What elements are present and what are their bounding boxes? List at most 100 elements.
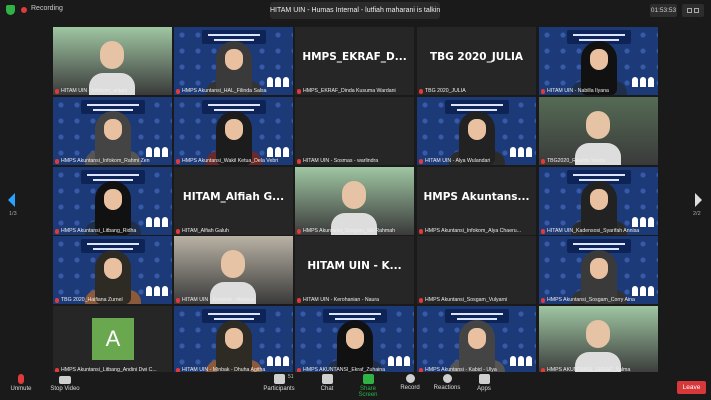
chat-button[interactable]: Chat xyxy=(318,374,336,392)
stop-video-button[interactable]: Stop Video xyxy=(50,374,80,392)
participant-name-label: TBG2020_Rivaldo Yunior xyxy=(541,158,656,164)
participant-video xyxy=(539,306,658,374)
participant-name-label: HMPS Akuntansi_Sosgam_Corry Aina xyxy=(541,297,656,303)
participant-name-label: HITAM UIN - Kominfo - Mahsya xyxy=(176,297,291,303)
participant-name: HITAM_Alfiah Galuh xyxy=(182,228,229,234)
share-screen-label: Share Screen xyxy=(358,386,378,398)
participant-name: HITAM UIN - Sosmas - warlindra xyxy=(303,158,379,164)
participant-name: TBG 2020_JULIA xyxy=(425,88,466,94)
participant-tile[interactable]: HMPS_EKRAF_D... HMPS_EKRAF_Dinda Kusuma W… xyxy=(295,27,414,95)
participant-tile[interactable]: HMPS Akuntans... HMPS Akuntansi_Infokom_A… xyxy=(417,167,536,235)
participant-tile[interactable]: HITAM UIN - Kominfo - Mahsya xyxy=(174,236,293,304)
participant-video xyxy=(84,246,141,304)
record-label: Record xyxy=(400,385,420,391)
participant-name-label: HITAM UIN - Nabilla Ilyana xyxy=(541,88,656,94)
participant-name: HMPS Akuntansi_Sosgam_Vulyarni xyxy=(425,297,508,303)
encryption-shield-icon[interactable] xyxy=(6,5,15,15)
participant-tile[interactable]: A HMPS Akuntansi_Litbang_Andini Dwi C... xyxy=(53,306,172,374)
participant-tile[interactable]: HITAM UIN - Sosmas - warlindra xyxy=(295,97,414,165)
top-bar: Recording HITAM UIN - Humas Internal - l… xyxy=(0,0,711,22)
participant-name-label: HMPS Akuntansi_HAL_Filinda Salsa xyxy=(176,88,291,94)
participant-video xyxy=(205,37,262,95)
participant-tile[interactable]: HMPS AKUNTANSI_EKRAF_Salma xyxy=(539,306,658,374)
muted-mic-icon xyxy=(176,297,180,303)
participant-tile[interactable]: TBG2020_Rivaldo Yunior xyxy=(539,97,658,165)
participant-video xyxy=(84,177,141,235)
participant-name: HITAM UIN_Kadensosi_Syarifah Annisa xyxy=(547,228,640,234)
unmute-button[interactable]: Unmute xyxy=(10,374,32,392)
unmute-label: Unmute xyxy=(10,386,32,392)
participant-video xyxy=(205,316,262,374)
previous-page-arrow-icon[interactable] xyxy=(8,193,15,207)
muted-mic-icon xyxy=(176,88,180,94)
muted-mic-icon xyxy=(541,297,545,303)
participant-display-name: HITAM UIN - K... xyxy=(307,260,402,272)
stop-video-label: Stop Video xyxy=(50,386,80,392)
leave-button[interactable]: Leave xyxy=(677,381,706,394)
meeting-timer: 01:53:53 xyxy=(650,4,677,17)
participant-video xyxy=(448,107,505,165)
view-toggle-button[interactable] xyxy=(682,4,704,17)
muted-mic-icon xyxy=(297,297,301,303)
record-button[interactable]: Record xyxy=(399,374,421,391)
next-page-arrow-icon[interactable] xyxy=(695,193,702,207)
participant-name-label: HMPS Akuntansi_Sosgam_Siti Rahmah xyxy=(297,228,412,234)
participant-display-name: HITAM_Alfiah G... xyxy=(182,191,285,203)
muted-mic-icon xyxy=(55,88,59,94)
participant-tile[interactable]: HITAM UIN - Minbak - Dhuha Agitha xyxy=(174,306,293,374)
participant-name: HITAM UIN - Kerohanian - Naura xyxy=(303,297,380,303)
reactions-button[interactable]: Reactions xyxy=(433,374,461,391)
participant-tile[interactable]: HMPS Akuntansi_Sosgam_Corry Aina xyxy=(539,236,658,304)
participant-name-label: HMPS Akuntansi_Sosgam_Vulyarni xyxy=(419,297,534,303)
participant-tile[interactable]: HMPS Akuntansi_Infokom_Rahmi Zen xyxy=(53,97,172,165)
muted-mic-icon xyxy=(419,158,423,164)
recording-label: Recording xyxy=(31,5,63,12)
meeting-toolbar: Unmute Stop Video 51 Participants Chat S… xyxy=(0,372,711,400)
muted-mic-icon xyxy=(18,374,24,384)
participant-tile[interactable]: HITAM_Alfiah G... HITAM_Alfiah Galuh xyxy=(174,167,293,235)
participants-button[interactable]: 51 Participants xyxy=(262,374,296,392)
muted-mic-icon xyxy=(297,228,301,234)
participant-name-label: HITAM UIN - Kerohanian - Naura xyxy=(297,297,412,303)
participant-display-name: HMPS Akuntans... xyxy=(423,191,530,203)
participants-icon xyxy=(273,374,285,384)
muted-mic-icon xyxy=(541,228,545,234)
participant-tile[interactable]: TBG 2020_JULIA TBG 2020_JULIA xyxy=(417,27,536,95)
share-screen-button[interactable]: Share Screen xyxy=(351,374,385,398)
participant-tile[interactable]: HMPS AKUNTANSI_Ekraf_Zuhaina xyxy=(295,306,414,374)
participant-display-name: TBG 2020_JULIA xyxy=(429,51,524,63)
participant-tile[interactable]: HITAM UIN - Nabilla Ilyana xyxy=(539,27,658,95)
chat-label: Chat xyxy=(320,386,334,392)
participant-tile[interactable]: HITAM UIN_Kadensosi_Syarifah Annisa xyxy=(539,167,658,235)
participant-tile[interactable]: HMPS Akuntansi - Kabid - Ulya xyxy=(417,306,536,374)
reactions-label: Reactions xyxy=(433,385,461,391)
participant-tile[interactable]: HMPS Akuntansi_HAL_Filinda Salsa xyxy=(174,27,293,95)
muted-mic-icon xyxy=(419,228,423,234)
participant-tile[interactable]: HITAM UIN - Infokom_anjani xyxy=(53,27,172,95)
participant-name-label: HMPS Akuntansi_Wakil Ketua_Dela Vebri xyxy=(176,158,291,164)
participant-name: TBG 2020_Haifiana Zurnel xyxy=(61,297,123,303)
participant-tile[interactable]: HMPS Akuntansi_Wakil Ketua_Dela Vebri xyxy=(174,97,293,165)
participant-name-label: TBG 2020_Haifiana Zurnel xyxy=(55,297,170,303)
participant-tile[interactable]: HITAM UIN - Alya Wulandari xyxy=(417,97,536,165)
participant-video xyxy=(326,316,383,374)
participant-video xyxy=(539,97,658,165)
participant-video xyxy=(205,107,262,165)
participant-tile[interactable]: HMPS Akuntansi_Litbang_Ridha xyxy=(53,167,172,235)
muted-mic-icon xyxy=(297,158,301,164)
participant-name-label: HMPS_EKRAF_Dinda Kusuma Wardani xyxy=(297,88,412,94)
participant-tile[interactable]: HMPS Akuntansi_Sosgam_Vulyarni xyxy=(417,236,536,304)
participant-name: HMPS_EKRAF_Dinda Kusuma Wardani xyxy=(303,88,396,94)
participant-name-label: HITAM UIN - Infokom_anjani xyxy=(55,88,170,94)
participant-name: HMPS Akuntansi_Litbang_Ridha xyxy=(61,228,137,234)
participant-video xyxy=(570,177,627,235)
record-icon xyxy=(405,374,415,383)
participant-tile[interactable]: TBG 2020_Haifiana Zurnel xyxy=(53,236,172,304)
participant-name: HITAM UIN - Alya Wulandari xyxy=(425,158,491,164)
participant-name-label: HITAM UIN_Kadensosi_Syarifah Annisa xyxy=(541,228,656,234)
apps-button[interactable]: Apps xyxy=(475,374,493,392)
participant-tile[interactable]: HMPS Akuntansi_Sosgam_Siti Rahmah xyxy=(295,167,414,235)
participant-tile[interactable]: HITAM UIN - K... HITAM UIN - Kerohanian -… xyxy=(295,236,414,304)
muted-mic-icon xyxy=(541,158,545,164)
active-speaker-banner: HITAM UIN - Humas Internal - lutfiah mah… xyxy=(270,2,440,19)
